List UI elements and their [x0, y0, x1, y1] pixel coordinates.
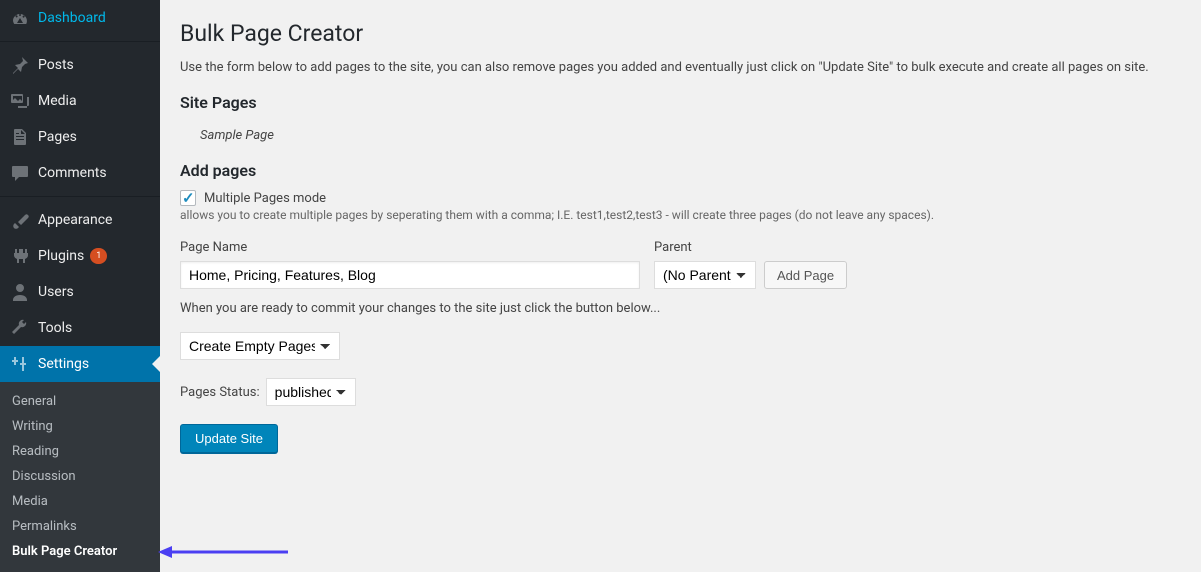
sidebar-item-tools[interactable]: Tools	[0, 310, 160, 346]
sidebar-item-posts[interactable]: Posts	[0, 47, 160, 83]
sidebar-item-label: Appearance	[38, 211, 112, 229]
pages-status-select[interactable]: published	[266, 378, 356, 406]
settings-icon	[10, 354, 30, 374]
plugin-icon	[10, 246, 30, 266]
submenu-item-discussion[interactable]: Discussion	[0, 464, 160, 489]
submenu-item-bulk-page-creator[interactable]: Bulk Page Creator	[0, 539, 160, 564]
dashboard-icon	[10, 8, 30, 28]
sidebar-item-label: Media	[38, 92, 77, 110]
menu-separator	[0, 41, 160, 42]
sidebar-item-label: Users	[38, 283, 74, 301]
comment-icon	[10, 163, 30, 183]
settings-submenu: General Writing Reading Discussion Media…	[0, 382, 160, 572]
sidebar-item-label: Posts	[38, 56, 74, 74]
sidebar-item-media[interactable]: Media	[0, 83, 160, 119]
parent-label: Parent	[654, 240, 847, 255]
menu-separator	[0, 196, 160, 197]
sidebar-item-plugins[interactable]: Plugins 1	[0, 238, 160, 274]
page-title: Bulk Page Creator	[180, 10, 1181, 52]
intro-text: Use the form below to add pages to the s…	[180, 60, 1181, 75]
submenu-item-writing[interactable]: Writing	[0, 414, 160, 439]
multiple-pages-label: Multiple Pages mode	[204, 191, 326, 206]
multiple-pages-hint: allows you to create multiple pages by s…	[180, 208, 1181, 222]
update-site-button[interactable]: Update Site	[180, 424, 278, 453]
sidebar-item-label: Tools	[38, 319, 72, 337]
update-badge: 1	[90, 248, 107, 264]
submenu-item-media[interactable]: Media	[0, 489, 160, 514]
sidebar-item-label: Comments	[38, 164, 107, 182]
sidebar-item-users[interactable]: Users	[0, 274, 160, 310]
submenu-item-permalinks[interactable]: Permalinks	[0, 514, 160, 539]
sidebar-item-pages[interactable]: Pages	[0, 119, 160, 155]
submenu-item-reading[interactable]: Reading	[0, 439, 160, 464]
multiple-pages-checkbox[interactable]	[180, 190, 196, 206]
wrench-icon	[10, 318, 30, 338]
add-pages-heading: Add pages	[180, 161, 1181, 180]
commit-note: When you are ready to commit your change…	[180, 301, 1181, 316]
sidebar-item-comments[interactable]: Comments	[0, 155, 160, 191]
admin-sidebar: Dashboard Posts Media Pages Comments App…	[0, 0, 160, 572]
user-icon	[10, 282, 30, 302]
sidebar-item-appearance[interactable]: Appearance	[0, 202, 160, 238]
pages-icon	[10, 127, 30, 147]
parent-select[interactable]: (No Parent)	[654, 261, 756, 289]
page-name-input[interactable]	[180, 261, 640, 289]
annotation-arrow	[158, 544, 293, 560]
sidebar-item-label: Plugins	[38, 247, 84, 265]
site-pages-heading: Site Pages	[180, 93, 1181, 112]
site-page-item: Sample Page	[200, 128, 274, 143]
pin-icon	[10, 55, 30, 75]
site-pages-list: Sample Page	[180, 122, 1181, 157]
template-select[interactable]: Create Empty Pages	[180, 332, 340, 360]
add-page-button[interactable]: Add Page	[764, 261, 847, 289]
media-icon	[10, 91, 30, 111]
pages-status-label: Pages Status:	[180, 385, 260, 400]
sidebar-item-label: Settings	[38, 355, 89, 373]
sidebar-item-label: Pages	[38, 128, 77, 146]
sidebar-item-label: Dashboard	[38, 9, 106, 27]
submenu-item-general[interactable]: General	[0, 389, 160, 414]
page-name-label: Page Name	[180, 240, 640, 255]
main-content: Bulk Page Creator Use the form below to …	[160, 0, 1201, 572]
brush-icon	[10, 210, 30, 230]
sidebar-item-settings[interactable]: Settings	[0, 346, 160, 382]
sidebar-item-dashboard[interactable]: Dashboard	[0, 0, 160, 36]
